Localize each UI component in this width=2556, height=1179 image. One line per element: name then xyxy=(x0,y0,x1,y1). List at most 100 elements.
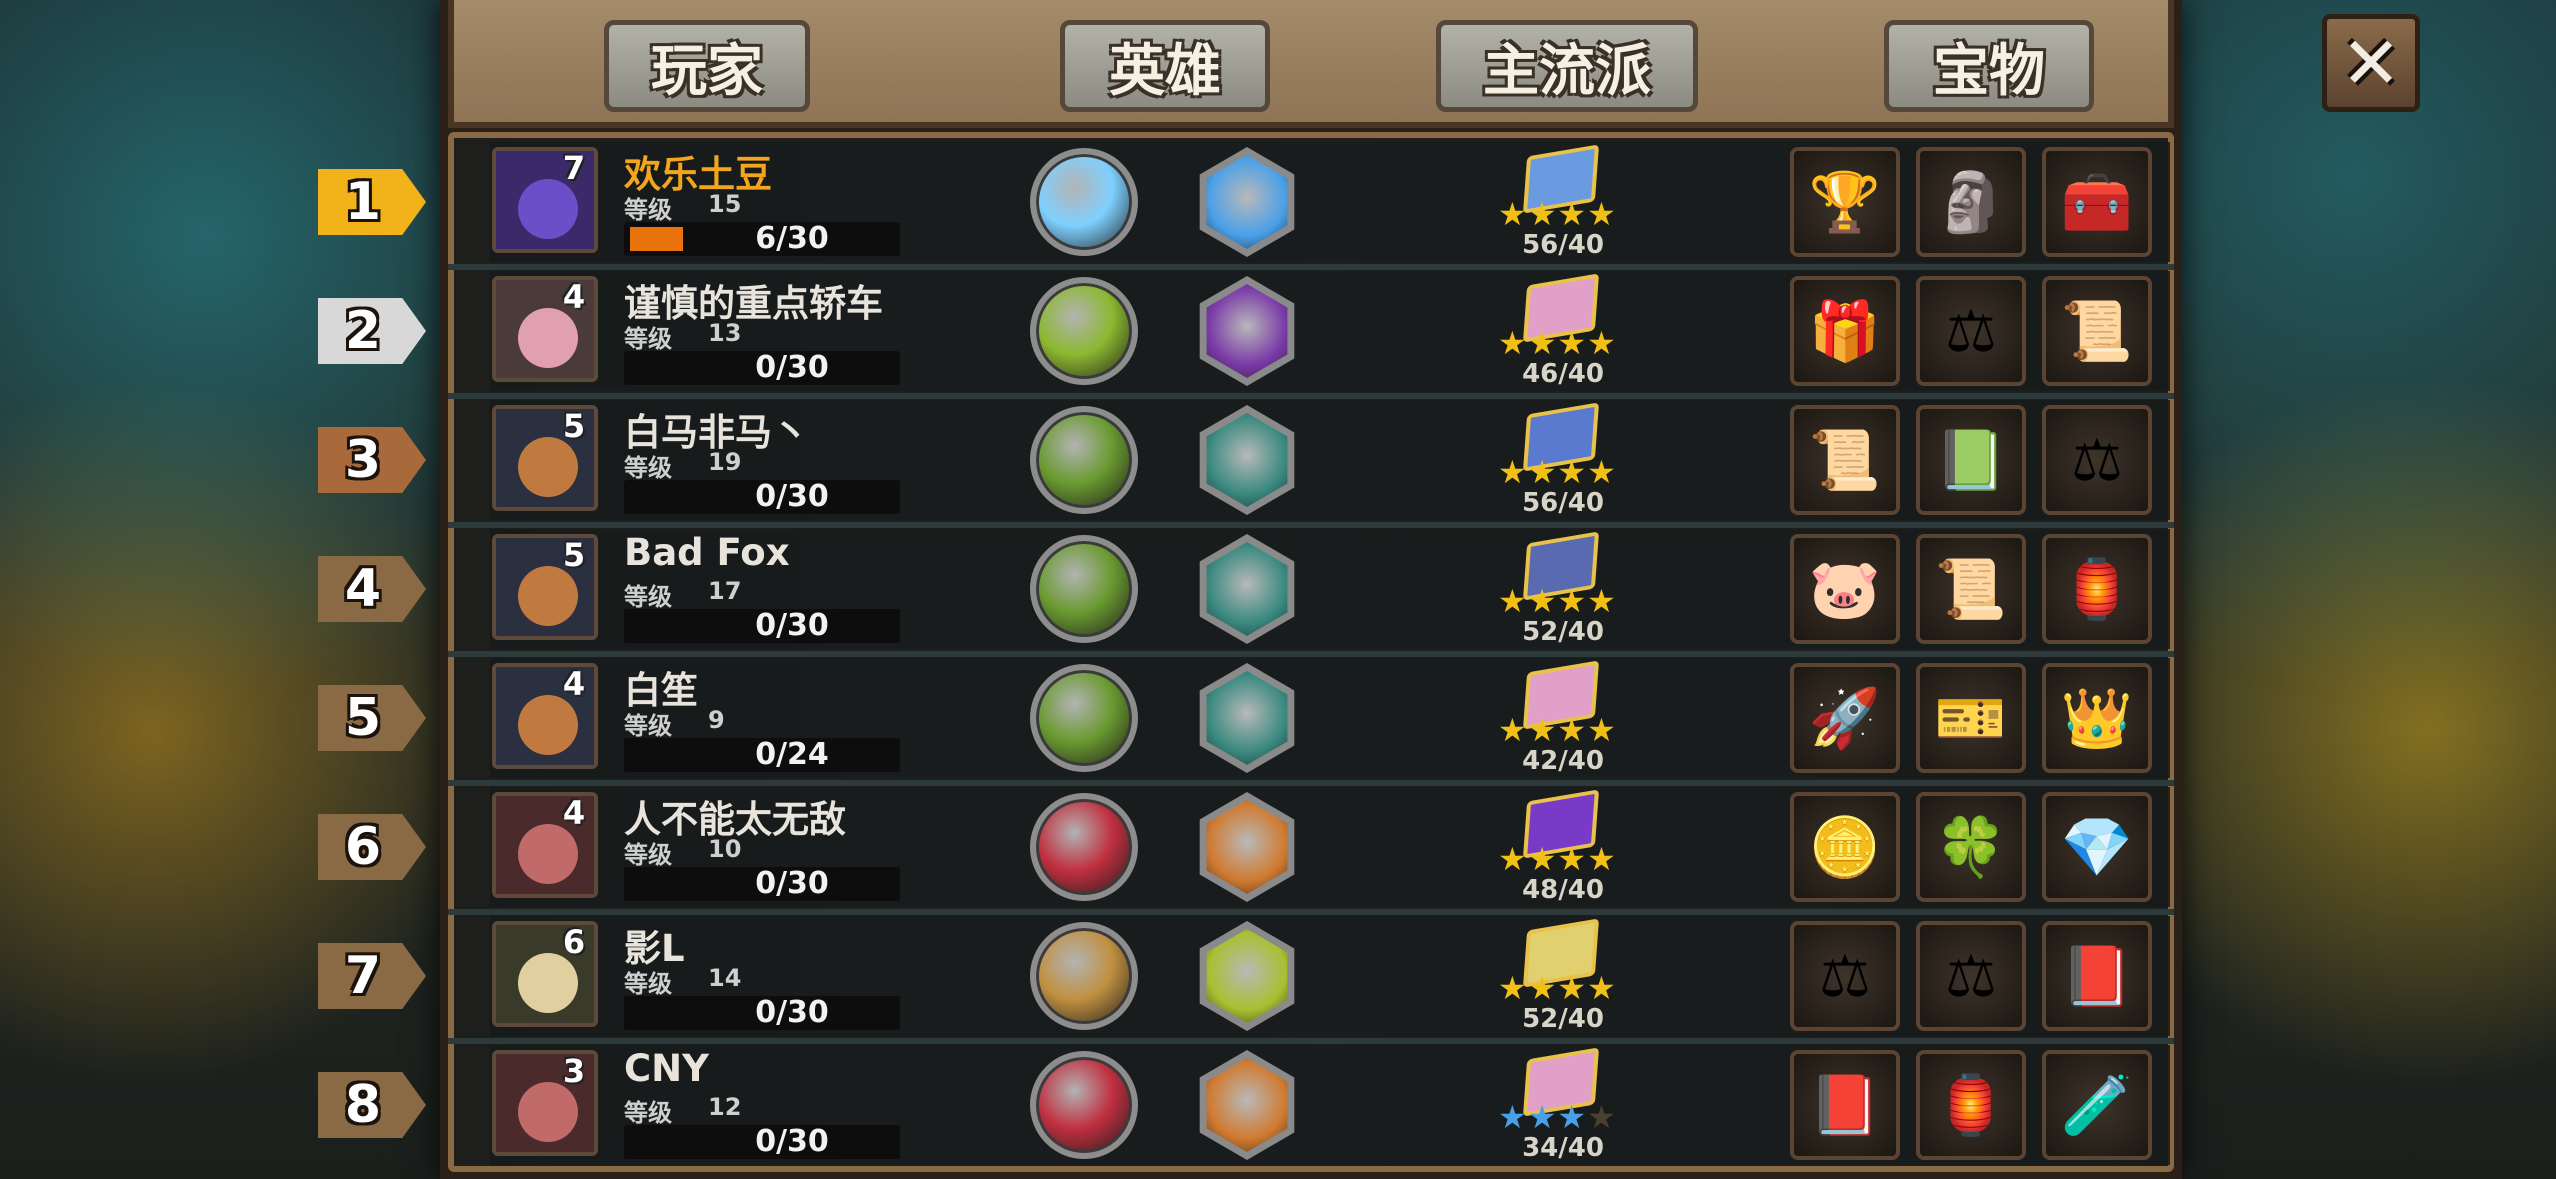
level-value: 9 xyxy=(708,706,725,734)
close-icon: ✕ xyxy=(2340,21,2402,105)
xp-text: 0/30 xyxy=(755,608,829,643)
treasure-slot-icon[interactable]: 🧰 xyxy=(2042,147,2152,257)
star-icon: ★ xyxy=(1557,969,1588,1007)
star-icon: ★ xyxy=(1498,582,1528,620)
treasure-slot-icon[interactable]: 🎫 xyxy=(1916,663,2026,773)
level-label: 等级 xyxy=(624,841,672,869)
skill-orb-icon[interactable] xyxy=(1030,793,1138,901)
skill-orb-icon[interactable] xyxy=(1030,406,1138,514)
faction-hex-inner xyxy=(1206,155,1288,249)
treasure-slot-icon[interactable]: 🎁 xyxy=(1790,276,1900,386)
treasure-slot-icon[interactable]: 🏆 xyxy=(1790,147,1900,257)
treasure-slot-icon[interactable]: 🧪 xyxy=(2042,1050,2152,1160)
star-icon: ★ xyxy=(1527,582,1558,620)
skill-orb-icon[interactable] xyxy=(1030,664,1138,772)
tab-main-faction[interactable]: 主流派 xyxy=(1436,20,1698,112)
star-rating: ★★★★ xyxy=(1498,456,1617,488)
rank-badge: 2 xyxy=(318,298,426,364)
star-rating: ★★★★ xyxy=(1498,585,1617,617)
star-icon: ★ xyxy=(1557,324,1588,362)
treasure-slot-icon[interactable]: ⚖ xyxy=(1916,276,2026,386)
faction-hex-inner xyxy=(1206,929,1288,1023)
star-icon: ★ xyxy=(1527,969,1558,1007)
close-button[interactable]: ✕ xyxy=(2322,14,2420,112)
treasure-slot-icon[interactable]: 📕 xyxy=(2042,921,2152,1031)
row-divider xyxy=(448,393,2174,399)
level-value: 10 xyxy=(708,835,742,863)
star-icon: ★ xyxy=(1498,324,1528,362)
faction-score: 56/40 xyxy=(1522,230,1604,260)
star-icon: ★ xyxy=(1498,1098,1528,1136)
treasure-slot-icon[interactable]: ⚖ xyxy=(1790,921,1900,1031)
treasure-slot-icon[interactable]: 📜 xyxy=(2042,276,2152,386)
star-icon: ★ xyxy=(1527,195,1558,233)
row-divider xyxy=(448,1038,2174,1044)
hero-count-badge: 5 xyxy=(562,407,586,445)
star-icon: ★ xyxy=(1498,840,1528,878)
treasure-slot-icon[interactable]: 🐷 xyxy=(1790,534,1900,644)
star-icon: ★ xyxy=(1557,453,1588,491)
level-value: 12 xyxy=(708,1093,742,1121)
hero-count-badge: 7 xyxy=(562,149,586,187)
hero-count-badge: 4 xyxy=(562,665,586,703)
treasure-slot-icon[interactable]: 🏮 xyxy=(2042,534,2152,644)
star-icon: ★ xyxy=(1587,840,1617,878)
level-label: 等级 xyxy=(624,583,672,611)
level-value: 15 xyxy=(708,190,742,218)
star-icon: ★ xyxy=(1498,969,1528,1007)
faction-score: 52/40 xyxy=(1522,1004,1604,1034)
skill-orb-icon[interactable] xyxy=(1030,922,1138,1030)
treasure-slot-icon[interactable]: 📕 xyxy=(1790,1050,1900,1160)
star-icon: ★ xyxy=(1557,840,1588,878)
xp-text: 0/24 xyxy=(755,737,829,772)
treasure-slot-icon[interactable]: ⚖ xyxy=(2042,405,2152,515)
treasure-slot-icon[interactable]: ⚖ xyxy=(1916,921,2026,1031)
star-icon: ★ xyxy=(1557,711,1588,749)
level-label: 等级 xyxy=(624,712,672,740)
skill-orb-icon[interactable] xyxy=(1030,535,1138,643)
xp-text: 6/30 xyxy=(755,221,829,256)
treasure-slot-icon[interactable]: 🗿 xyxy=(1916,147,2026,257)
star-icon: ★ xyxy=(1527,840,1558,878)
hero-count-badge: 6 xyxy=(562,923,586,961)
level-value: 13 xyxy=(708,319,742,347)
skill-orb-icon[interactable] xyxy=(1030,1051,1138,1159)
treasure-slot-icon[interactable]: 💎 xyxy=(2042,792,2152,902)
tab-heroes[interactable]: 英雄 xyxy=(1060,20,1270,112)
star-icon: ★ xyxy=(1587,711,1617,749)
rank-badge: 5 xyxy=(318,685,426,751)
skill-orb-icon[interactable] xyxy=(1030,148,1138,256)
xp-bar: 0/30 xyxy=(624,867,900,901)
xp-bar: 6/30 xyxy=(624,222,900,256)
treasure-slot-icon[interactable]: 📗 xyxy=(1916,405,2026,515)
player-name[interactable]: CNY xyxy=(624,1047,709,1090)
tab-treasures[interactable]: 宝物 xyxy=(1884,20,2094,112)
level-label: 等级 xyxy=(624,970,672,998)
star-icon: ★ xyxy=(1498,453,1528,491)
treasure-slot-icon[interactable]: 📜 xyxy=(1916,534,2026,644)
faction-score: 42/40 xyxy=(1522,746,1604,776)
treasure-slot-icon[interactable]: 📜 xyxy=(1790,405,1900,515)
xp-text: 0/30 xyxy=(755,995,829,1030)
tab-players[interactable]: 玩家 xyxy=(604,20,810,112)
star-icon: ★ xyxy=(1587,1098,1617,1136)
xp-text: 0/30 xyxy=(755,1124,829,1159)
faction-score: 34/40 xyxy=(1522,1133,1604,1163)
faction-hex-inner xyxy=(1206,284,1288,378)
skill-orb-icon[interactable] xyxy=(1030,277,1138,385)
treasure-slot-icon[interactable]: 🍀 xyxy=(1916,792,2026,902)
xp-bar: 0/24 xyxy=(624,738,900,772)
treasure-slot-icon[interactable]: 👑 xyxy=(2042,663,2152,773)
treasure-slot-icon[interactable]: 🚀 xyxy=(1790,663,1900,773)
treasure-slot-icon[interactable]: 🪙 xyxy=(1790,792,1900,902)
hero-count-badge: 4 xyxy=(562,794,586,832)
level-value: 14 xyxy=(708,964,742,992)
treasure-slot-icon[interactable]: 🏮 xyxy=(1916,1050,2026,1160)
hero-count-badge: 4 xyxy=(562,278,586,316)
star-icon: ★ xyxy=(1527,1098,1558,1136)
star-icon: ★ xyxy=(1557,195,1588,233)
level-label: 等级 xyxy=(624,1099,672,1127)
player-name[interactable]: Bad Fox xyxy=(624,531,790,574)
star-rating: ★★★★ xyxy=(1498,198,1617,230)
star-icon: ★ xyxy=(1557,1098,1588,1136)
